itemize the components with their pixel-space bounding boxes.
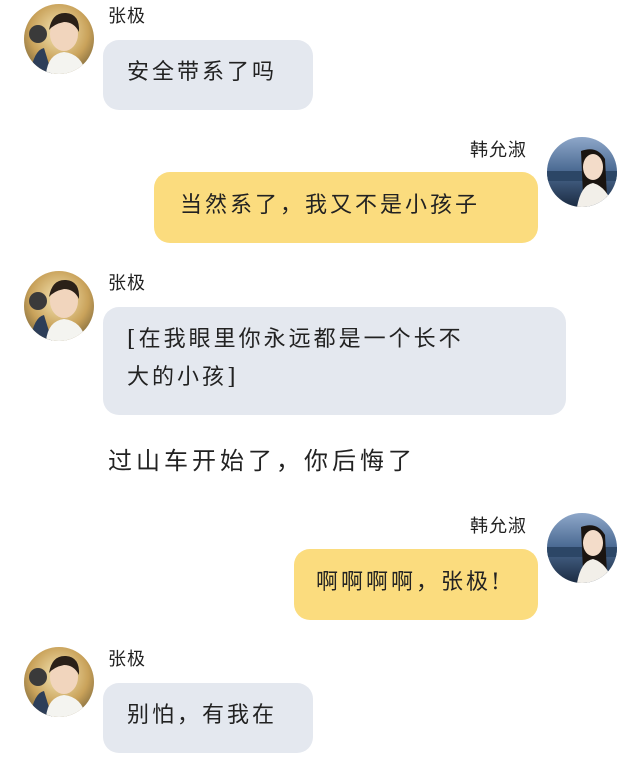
sender-name: 韩允淑 [470,516,527,537]
girl-portrait-avatar-icon [547,137,617,207]
narration-text: 过山车开始了，你后悔了 [108,447,416,475]
boy-portrait-avatar-icon [24,271,94,341]
girl-portrait-avatar-icon [547,513,617,583]
sender-name: 韩允淑 [470,140,527,161]
sender-name: 张极 [108,649,146,670]
boy-portrait-avatar-icon [24,647,94,717]
boy-avatar[interactable] [24,4,94,74]
girl-avatar[interactable] [547,513,617,583]
message-bubble[interactable]: 安全带系了吗 [103,40,313,110]
sender-name: 张极 [108,6,146,27]
message-text-line: 大的小孩] [127,365,239,390]
boy-avatar[interactable] [24,271,94,341]
message-bubble[interactable]: [在我眼里你永远都是一个长不 大的小孩] [103,307,566,415]
message-text: 安全带系了吗 [127,60,278,85]
message-text: 当然系了，我又不是小孩子 [180,193,481,218]
boy-portrait-avatar-icon [24,4,94,74]
message-text: 别怕，有我在 [127,703,278,728]
girl-avatar[interactable] [547,137,617,207]
message-text: 啊啊啊啊，张极! [316,570,503,595]
message-bubble[interactable]: 别怕，有我在 [103,683,313,753]
sender-name: 张极 [108,273,146,294]
boy-avatar[interactable] [24,647,94,717]
message-text-line: [在我眼里你永远都是一个长不 [127,327,464,352]
message-bubble[interactable]: 啊啊啊啊，张极! [294,549,538,620]
message-bubble[interactable]: 当然系了，我又不是小孩子 [154,172,538,243]
